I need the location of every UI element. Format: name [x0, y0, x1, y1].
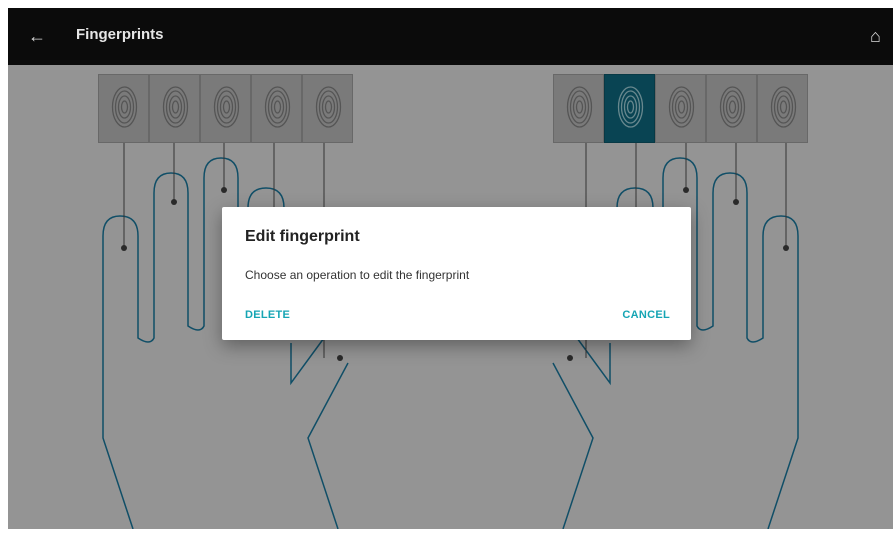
edit-fingerprint-dialog: Edit fingerprint Choose an operation to … [222, 207, 691, 340]
dialog-title: Edit fingerprint [245, 228, 360, 245]
cancel-button[interactable]: CANCEL [622, 309, 670, 321]
fingerprint-screen: ← Fingerprints ⌂ Edit fingerprint Choose… [8, 8, 893, 529]
dialog-message: Choose an operation to edit the fingerpr… [245, 268, 470, 282]
delete-button[interactable]: DELETE [245, 309, 290, 321]
